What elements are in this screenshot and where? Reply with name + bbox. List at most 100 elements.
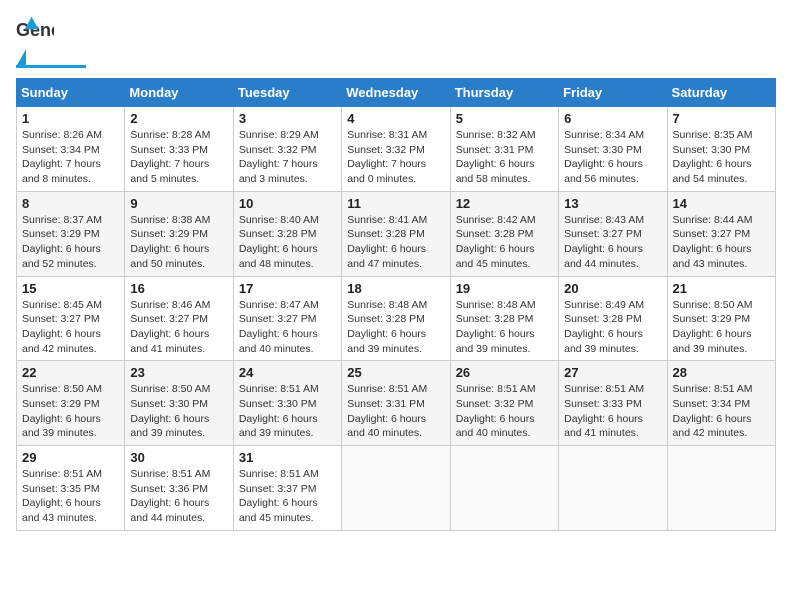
sunset-time: 3:34 PM <box>61 144 100 156</box>
day-number: 26 <box>456 365 553 380</box>
sunrise-label: Sunrise: <box>673 129 714 141</box>
daylight-label: Daylight: 7 hours and 8 minutes. <box>22 158 101 185</box>
sunset-label: Sunset: <box>347 313 386 325</box>
sunrise-label: Sunrise: <box>564 299 605 311</box>
calendar-cell: 28 Sunrise: 8:51 AM Sunset: 3:34 PM Dayl… <box>667 361 775 446</box>
calendar-cell: 29 Sunrise: 8:51 AM Sunset: 3:35 PM Dayl… <box>17 446 125 531</box>
calendar-cell: 14 Sunrise: 8:44 AM Sunset: 3:27 PM Dayl… <box>667 191 775 276</box>
sunset-label: Sunset: <box>673 228 712 240</box>
calendar-cell: 5 Sunrise: 8:32 AM Sunset: 3:31 PM Dayli… <box>450 107 558 192</box>
day-number: 5 <box>456 111 553 126</box>
calendar-cell: 6 Sunrise: 8:34 AM Sunset: 3:30 PM Dayli… <box>559 107 667 192</box>
day-number: 6 <box>564 111 661 126</box>
logo: General <box>16 16 86 68</box>
sunset-time: 3:28 PM <box>386 228 425 240</box>
calendar-header-thursday: Thursday <box>450 79 558 107</box>
sunrise-label: Sunrise: <box>239 129 280 141</box>
calendar-cell: 20 Sunrise: 8:49 AM Sunset: 3:28 PM Dayl… <box>559 276 667 361</box>
day-number: 17 <box>239 281 336 296</box>
sunrise-time: 8:26 AM <box>63 129 102 141</box>
sunrise-label: Sunrise: <box>239 468 280 480</box>
sunrise-time: 8:40 AM <box>280 214 319 226</box>
sunset-label: Sunset: <box>456 313 495 325</box>
calendar-cell: 8 Sunrise: 8:37 AM Sunset: 3:29 PM Dayli… <box>17 191 125 276</box>
sunset-label: Sunset: <box>130 228 169 240</box>
sunset-time: 3:30 PM <box>711 144 750 156</box>
sunrise-time: 8:42 AM <box>497 214 536 226</box>
sunrise-time: 8:50 AM <box>63 383 102 395</box>
day-number: 23 <box>130 365 227 380</box>
sunset-label: Sunset: <box>564 228 603 240</box>
sunset-label: Sunset: <box>239 144 278 156</box>
sunrise-label: Sunrise: <box>22 383 63 395</box>
daylight-label: Daylight: 6 hours and 56 minutes. <box>564 158 643 185</box>
sunrise-label: Sunrise: <box>564 214 605 226</box>
sunrise-label: Sunrise: <box>347 299 388 311</box>
sunrise-time: 8:35 AM <box>714 129 753 141</box>
sunset-label: Sunset: <box>239 483 278 495</box>
sunrise-time: 8:46 AM <box>172 299 211 311</box>
day-info: Sunrise: 8:50 AM Sunset: 3:30 PM Dayligh… <box>130 382 227 441</box>
calendar-cell: 23 Sunrise: 8:50 AM Sunset: 3:30 PM Dayl… <box>125 361 233 446</box>
calendar-cell: 25 Sunrise: 8:51 AM Sunset: 3:31 PM Dayl… <box>342 361 450 446</box>
sunset-time: 3:27 PM <box>169 313 208 325</box>
calendar-cell: 11 Sunrise: 8:41 AM Sunset: 3:28 PM Dayl… <box>342 191 450 276</box>
sunset-label: Sunset: <box>22 483 61 495</box>
sunrise-label: Sunrise: <box>239 299 280 311</box>
sunrise-time: 8:38 AM <box>172 214 211 226</box>
calendar-cell: 16 Sunrise: 8:46 AM Sunset: 3:27 PM Dayl… <box>125 276 233 361</box>
calendar-cell: 30 Sunrise: 8:51 AM Sunset: 3:36 PM Dayl… <box>125 446 233 531</box>
day-number: 28 <box>673 365 770 380</box>
sunrise-time: 8:45 AM <box>63 299 102 311</box>
calendar-cell: 13 Sunrise: 8:43 AM Sunset: 3:27 PM Dayl… <box>559 191 667 276</box>
sunrise-time: 8:32 AM <box>497 129 536 141</box>
page-header: General <box>16 16 776 68</box>
sunset-time: 3:35 PM <box>61 483 100 495</box>
day-number: 9 <box>130 196 227 211</box>
sunrise-time: 8:51 AM <box>280 468 319 480</box>
day-info: Sunrise: 8:29 AM Sunset: 3:32 PM Dayligh… <box>239 128 336 187</box>
sunset-time: 3:28 PM <box>603 313 642 325</box>
sunset-label: Sunset: <box>22 398 61 410</box>
sunset-time: 3:33 PM <box>603 398 642 410</box>
daylight-label: Daylight: 6 hours and 39 minutes. <box>673 328 752 355</box>
sunrise-label: Sunrise: <box>130 129 171 141</box>
calendar-header-wednesday: Wednesday <box>342 79 450 107</box>
day-number: 10 <box>239 196 336 211</box>
day-info: Sunrise: 8:43 AM Sunset: 3:27 PM Dayligh… <box>564 213 661 272</box>
sunrise-label: Sunrise: <box>347 129 388 141</box>
daylight-label: Daylight: 6 hours and 44 minutes. <box>130 497 209 524</box>
day-info: Sunrise: 8:51 AM Sunset: 3:30 PM Dayligh… <box>239 382 336 441</box>
daylight-label: Daylight: 6 hours and 39 minutes. <box>347 328 426 355</box>
daylight-label: Daylight: 6 hours and 54 minutes. <box>673 158 752 185</box>
sunset-time: 3:27 PM <box>711 228 750 240</box>
day-number: 7 <box>673 111 770 126</box>
sunset-time: 3:29 PM <box>169 228 208 240</box>
sunrise-label: Sunrise: <box>239 214 280 226</box>
day-info: Sunrise: 8:48 AM Sunset: 3:28 PM Dayligh… <box>347 298 444 357</box>
sunrise-label: Sunrise: <box>456 214 497 226</box>
day-info: Sunrise: 8:46 AM Sunset: 3:27 PM Dayligh… <box>130 298 227 357</box>
daylight-label: Daylight: 6 hours and 39 minutes. <box>239 413 318 440</box>
calendar-header-sunday: Sunday <box>17 79 125 107</box>
sunrise-time: 8:51 AM <box>497 383 536 395</box>
sunrise-time: 8:29 AM <box>280 129 319 141</box>
sunset-time: 3:29 PM <box>711 313 750 325</box>
calendar-cell: 26 Sunrise: 8:51 AM Sunset: 3:32 PM Dayl… <box>450 361 558 446</box>
day-number: 30 <box>130 450 227 465</box>
calendar-header-saturday: Saturday <box>667 79 775 107</box>
daylight-label: Daylight: 6 hours and 48 minutes. <box>239 243 318 270</box>
sunset-time: 3:27 PM <box>61 313 100 325</box>
sunset-label: Sunset: <box>239 313 278 325</box>
day-info: Sunrise: 8:50 AM Sunset: 3:29 PM Dayligh… <box>22 382 119 441</box>
calendar-header-row: SundayMondayTuesdayWednesdayThursdayFrid… <box>17 79 776 107</box>
sunset-label: Sunset: <box>673 313 712 325</box>
calendar-week-row: 8 Sunrise: 8:37 AM Sunset: 3:29 PM Dayli… <box>17 191 776 276</box>
daylight-label: Daylight: 6 hours and 43 minutes. <box>673 243 752 270</box>
sunrise-label: Sunrise: <box>456 129 497 141</box>
sunrise-label: Sunrise: <box>456 299 497 311</box>
sunset-time: 3:36 PM <box>169 483 208 495</box>
sunset-label: Sunset: <box>239 228 278 240</box>
day-info: Sunrise: 8:42 AM Sunset: 3:28 PM Dayligh… <box>456 213 553 272</box>
day-number: 27 <box>564 365 661 380</box>
